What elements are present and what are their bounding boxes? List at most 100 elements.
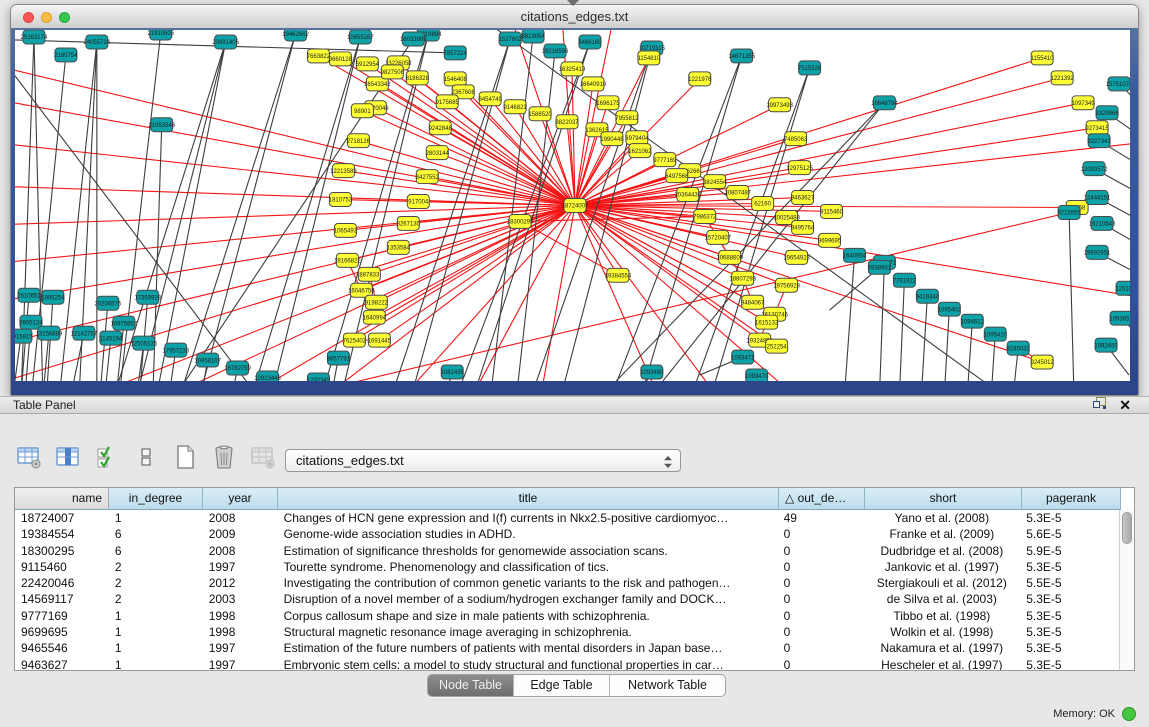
graph-node[interactable]: 25163174: [21, 30, 48, 44]
graph-edge-red[interactable]: [15, 206, 575, 306]
graph-node[interactable]: 21053346: [148, 118, 175, 132]
graph-node[interactable]: 10807487: [724, 186, 751, 200]
graph-node[interactable]: 8215955: [1057, 206, 1081, 220]
column-header-out_degree[interactable]: △ out_de…: [779, 488, 865, 510]
table-cell-out_degree[interactable]: 0: [778, 591, 864, 607]
graph-node[interactable]: 7791922: [893, 273, 917, 287]
graph-node[interactable]: 10688609: [716, 250, 743, 264]
table-cell-name[interactable]: 19384554: [15, 526, 109, 542]
table-cell-out_degree[interactable]: 0: [778, 526, 864, 542]
graph-node[interactable]: 12923448: [254, 371, 281, 381]
table-row[interactable]: 1830029562008Estimation of significance …: [15, 543, 1119, 559]
table-cell-out_degree[interactable]: 49: [778, 510, 864, 526]
graph-node[interactable]: 13156889: [36, 326, 63, 340]
table-cell-title[interactable]: Embryonic stem cells: a model to study s…: [278, 657, 778, 670]
graph-node[interactable]: 9245012: [1031, 355, 1055, 369]
graph-edge-black[interactable]: [899, 280, 904, 381]
table-cell-pagerank[interactable]: 5.3E-5: [1020, 591, 1119, 607]
memory-status-icon[interactable]: [1122, 707, 1136, 721]
graph-edge-red[interactable]: [15, 206, 575, 226]
table-cell-out_degree[interactable]: 0: [778, 559, 864, 575]
graph-node[interactable]: 1615132: [755, 315, 779, 329]
table-cell-name[interactable]: 18300295: [15, 543, 109, 559]
graph-node[interactable]: 1093652: [1109, 311, 1130, 325]
graph-edge-black[interactable]: [430, 30, 1009, 381]
graph-node[interactable]: 1292345: [307, 373, 331, 381]
table-cell-short[interactable]: Tibbo et al. (1998): [863, 608, 1020, 624]
table-cell-in_degree[interactable]: 2: [109, 591, 203, 607]
graph-node[interactable]: 1092450: [1094, 338, 1118, 352]
graph-node[interactable]: 7663822: [307, 49, 331, 63]
table-cell-in_degree[interactable]: 1: [109, 640, 203, 656]
graph-node[interactable]: 9699695: [818, 233, 842, 247]
table-cell-year[interactable]: 1997: [203, 640, 278, 656]
graph-edge-black[interactable]: [251, 37, 361, 381]
graph-node[interactable]: 1201034: [1115, 281, 1130, 295]
column-header-short[interactable]: short: [865, 488, 1022, 510]
table-cell-year[interactable]: 2009: [203, 526, 278, 542]
graph-node[interactable]: 16782759: [224, 361, 251, 375]
graph-node[interactable]: 1640994: [363, 310, 387, 324]
graph-node[interactable]: 8186328: [406, 71, 430, 85]
graph-node[interactable]: 7955812: [615, 111, 639, 125]
column-header-name[interactable]: name: [15, 488, 109, 510]
row-height-icon[interactable]: [133, 444, 159, 470]
table-cell-pagerank[interactable]: 5.3E-5: [1020, 608, 1119, 624]
graph-node[interactable]: 1221976: [688, 72, 712, 86]
table-cell-short[interactable]: Dudbridge et al. (2008): [863, 543, 1020, 559]
table-cell-short[interactable]: de Silva et al. (2003): [863, 591, 1020, 607]
graph-node[interactable]: 1640954: [843, 248, 867, 262]
graph-node[interactable]: 1081435: [441, 365, 465, 379]
graph-node[interactable]: 9660128: [329, 52, 353, 66]
graph-edge-black[interactable]: [944, 309, 949, 381]
graph-node[interactable]: 887833: [358, 267, 380, 281]
graph-node[interactable]: 10975857: [111, 316, 138, 330]
graph-node[interactable]: 9227341: [1087, 134, 1111, 148]
graph-node[interactable]: 1588520: [528, 107, 552, 121]
graph-node[interactable]: 16210643: [1089, 216, 1116, 230]
table-cell-title[interactable]: Corpus callosum shape and size in male p…: [278, 608, 778, 624]
tab-node-table[interactable]: Node Table: [428, 675, 514, 696]
graph-node[interactable]: 2610651: [17, 288, 41, 302]
table-cell-in_degree[interactable]: 1: [109, 624, 203, 640]
graph-node[interactable]: 8454749: [479, 92, 503, 106]
graph-node[interactable]: 1095402: [938, 302, 962, 316]
table-row[interactable]: 1872400712008Changes of HCN gene express…: [15, 510, 1119, 526]
table-cell-pagerank[interactable]: 5.3E-5: [1020, 624, 1119, 640]
graph-edge-black[interactable]: [156, 42, 226, 381]
table-cell-pagerank[interactable]: 5.6E-5: [1020, 526, 1119, 542]
table-cell-in_degree[interactable]: 6: [109, 526, 203, 542]
table-cell-year[interactable]: 2008: [203, 543, 278, 559]
split-pane-grip-icon[interactable]: [567, 0, 579, 6]
graph-node[interactable]: 9242848: [429, 121, 453, 135]
graph-edge-red[interactable]: [440, 128, 575, 206]
graph-node[interactable]: 12505135: [130, 336, 157, 350]
graph-node[interactable]: 19692951: [1084, 245, 1111, 259]
graph-node[interactable]: 9115460: [820, 205, 843, 219]
table-cell-short[interactable]: Wolkin et al. (1998): [863, 624, 1020, 640]
table-cell-pagerank[interactable]: 5.3E-5: [1020, 559, 1119, 575]
graph-node[interactable]: 1097349: [1071, 96, 1095, 110]
table-cell-pagerank[interactable]: 5.3E-5: [1020, 640, 1119, 656]
table-cell-title[interactable]: Investigating the contribution of common…: [278, 575, 778, 591]
graph-node[interactable]: 18300295: [507, 214, 534, 228]
column-header-in_degree[interactable]: in_degree: [109, 488, 203, 510]
graph-node[interactable]: 1995254: [41, 290, 65, 304]
table-row[interactable]: 946362711997Embryonic stem cells: a mode…: [15, 657, 1119, 670]
graph-node[interactable]: 1621062: [628, 144, 652, 158]
tab-network-table[interactable]: Network Table: [610, 675, 725, 696]
table-cell-in_degree[interactable]: 1: [109, 608, 203, 624]
network-canvas[interactable]: 2516317424055724219105052069140619462662…: [15, 30, 1130, 381]
graph-node[interactable]: 12213589: [330, 164, 357, 178]
graph-node[interactable]: 1155410: [1031, 51, 1054, 65]
graph-node[interactable]: 15720407: [704, 230, 731, 244]
table-cell-short[interactable]: Nakamura et al. (1997): [863, 640, 1020, 656]
graph-node[interactable]: 9857791: [327, 351, 351, 365]
graph-node[interactable]: 9245032: [1007, 341, 1031, 355]
table-cell-name[interactable]: 9115460: [15, 559, 109, 575]
graph-node[interactable]: 9827508: [381, 65, 405, 79]
table-cell-title[interactable]: Tourette syndrome. Phenomenology and cla…: [278, 559, 778, 575]
column-header-year[interactable]: year: [203, 488, 278, 510]
table-cell-short[interactable]: Franke et al. (2009): [863, 526, 1020, 542]
table-cell-pagerank[interactable]: 5.5E-5: [1020, 575, 1119, 591]
